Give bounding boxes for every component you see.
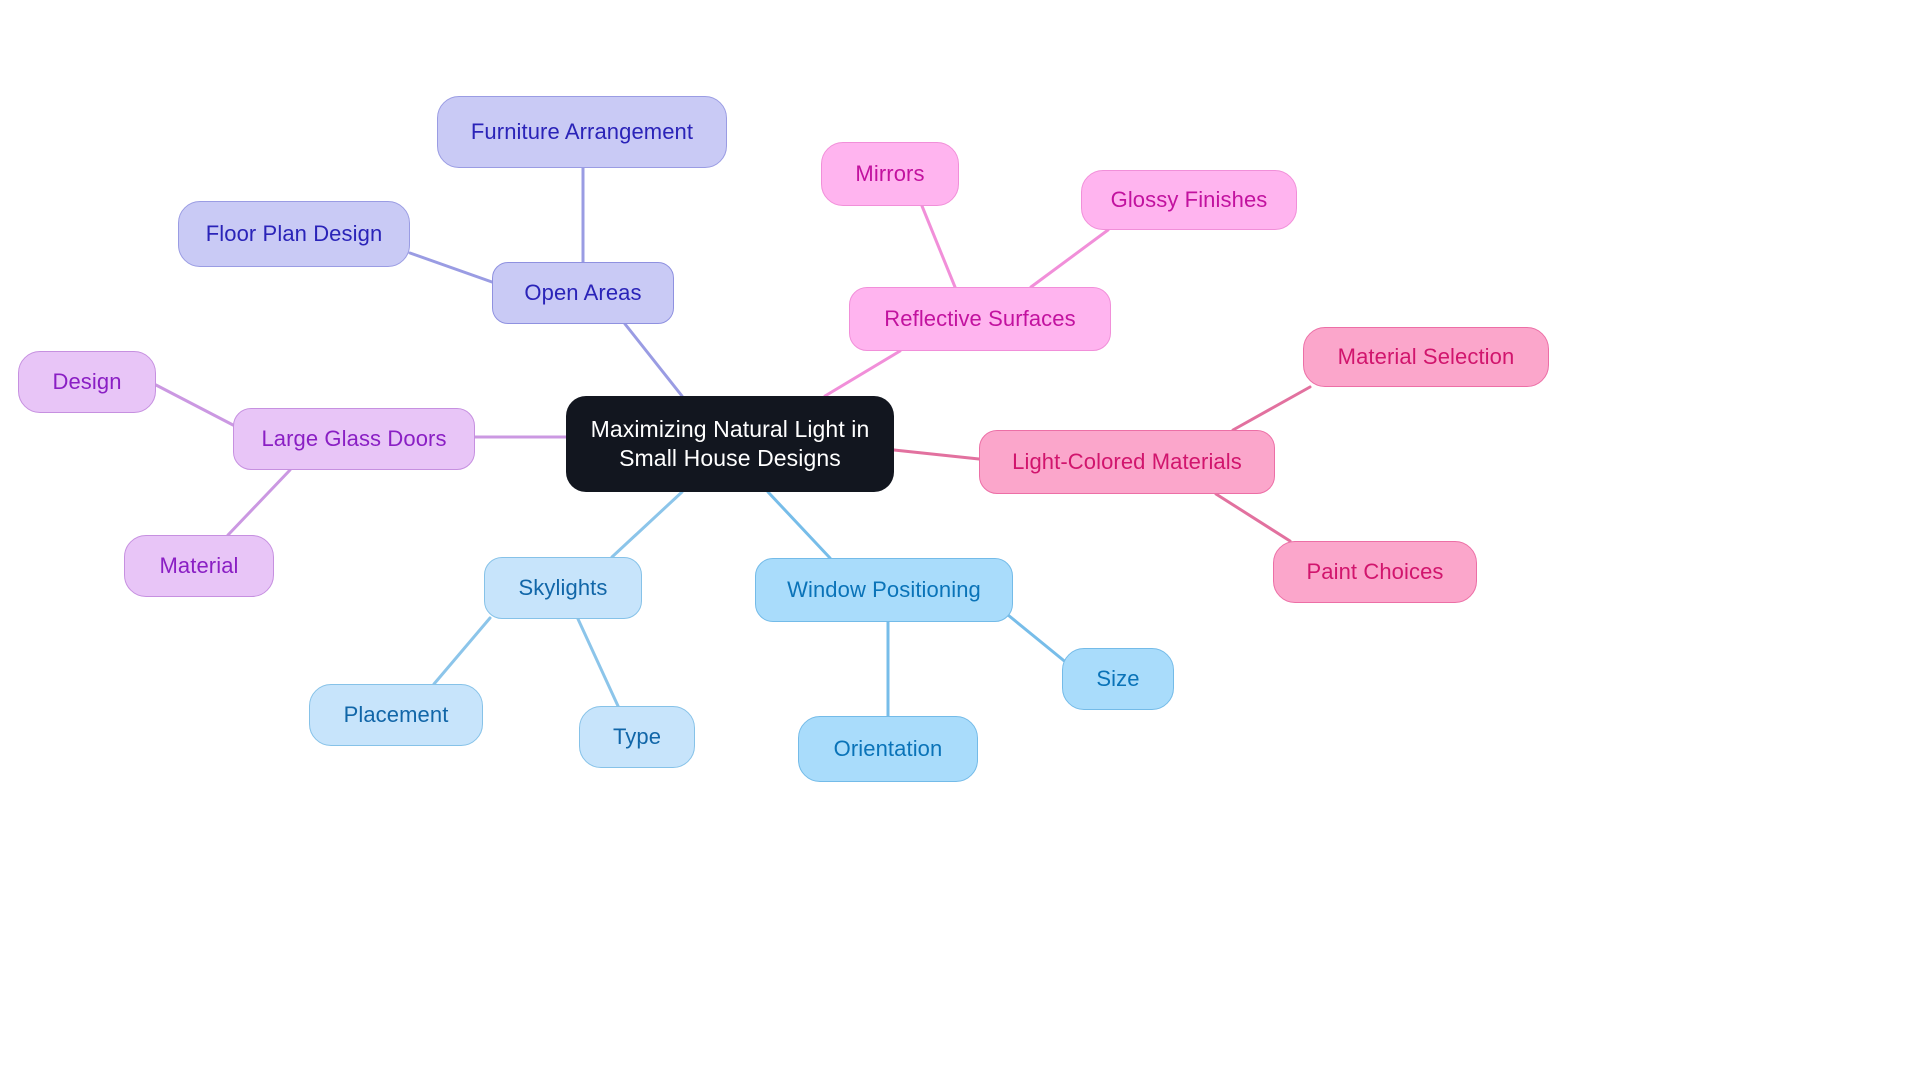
mindmap-node-floor-plan-design[interactable]: Floor Plan Design: [178, 201, 410, 267]
mindmap-canvas: Maximizing Natural Light in Small House …: [0, 0, 1920, 1083]
mindmap-node-window-positioning[interactable]: Window Positioning: [755, 558, 1013, 622]
edge-root-window: [766, 490, 832, 560]
edge-lightcolored-material-selection: [1231, 385, 1312, 432]
edge-layer: [154, 166, 1312, 718]
edge-root-open-areas: [623, 322, 684, 398]
mindmap-node-glossy-finishes[interactable]: Glossy Finishes: [1081, 170, 1297, 230]
mindmap-node-design[interactable]: Design: [18, 351, 156, 413]
mindmap-node-orientation[interactable]: Orientation: [798, 716, 978, 782]
edge-open-areas-floorplan: [408, 251, 494, 284]
mindmap-node-skylights[interactable]: Skylights: [484, 557, 642, 619]
mindmap-node-mirrors[interactable]: Mirrors: [821, 142, 959, 206]
edge-window-size: [1006, 613, 1070, 666]
mindmap-node-large-glass-doors[interactable]: Large Glass Doors: [233, 408, 475, 470]
edge-root-lightcolored: [892, 448, 981, 461]
mindmap-node-placement[interactable]: Placement: [309, 684, 483, 746]
edge-reflective-glossy: [1029, 228, 1110, 289]
mindmap-node-material[interactable]: Material: [124, 535, 274, 597]
mindmap-node-light-colored-materials[interactable]: Light-Colored Materials: [979, 430, 1275, 494]
edge-root-reflective: [823, 349, 902, 398]
edge-glassdoors-material: [226, 468, 292, 537]
edge-root-skylights: [610, 490, 684, 559]
mindmap-node-material-selection[interactable]: Material Selection: [1303, 327, 1549, 387]
mindmap-node-reflective-surfaces[interactable]: Reflective Surfaces: [849, 287, 1111, 351]
mindmap-node-furniture-arrangement[interactable]: Furniture Arrangement: [437, 96, 727, 168]
mindmap-node-size[interactable]: Size: [1062, 648, 1174, 710]
edge-glassdoors-design: [154, 383, 235, 427]
edge-lightcolored-paint: [1214, 492, 1292, 543]
edge-skylights-placement: [432, 616, 492, 686]
mindmap-node-paint-choices[interactable]: Paint Choices: [1273, 541, 1477, 603]
edge-skylights-type: [576, 617, 620, 708]
mindmap-node-root[interactable]: Maximizing Natural Light in Small House …: [566, 396, 894, 492]
mindmap-node-open-areas[interactable]: Open Areas: [492, 262, 674, 324]
mindmap-node-type[interactable]: Type: [579, 706, 695, 768]
edge-reflective-mirrors: [920, 204, 957, 289]
